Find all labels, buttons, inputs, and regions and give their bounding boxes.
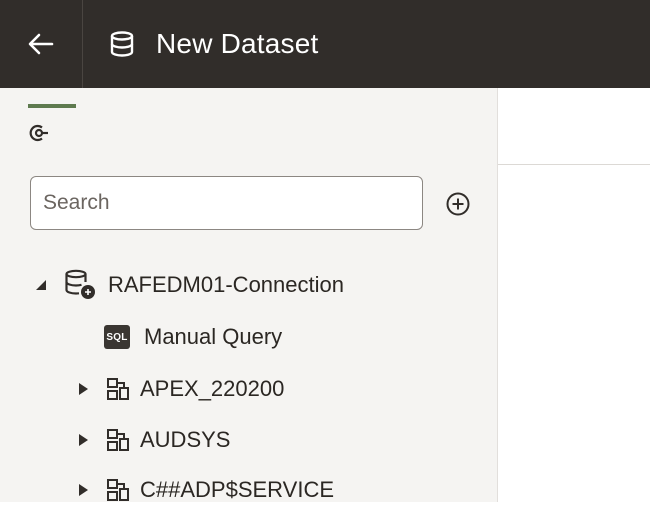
back-button[interactable]: [0, 0, 83, 88]
toolbar-divider: [498, 164, 650, 165]
database-icon: [110, 31, 134, 57]
active-tab-indicator: [28, 104, 76, 108]
sql-icon: SQL: [104, 325, 130, 349]
tree-item-label: Manual Query: [144, 324, 283, 349]
page-title: New Dataset: [156, 28, 319, 59]
database-connection-icon: [65, 269, 95, 299]
caret-right-icon[interactable]: [76, 433, 90, 447]
tree-item-schema[interactable]: C##ADP$SERVICE: [76, 470, 334, 510]
caret-right-icon[interactable]: [76, 483, 90, 497]
plus-circle-icon[interactable]: [445, 191, 471, 217]
tree-item-connection[interactable]: RAFEDM01-Connection: [34, 265, 344, 305]
tree-item-manual-query[interactable]: SQL Manual Query: [104, 317, 282, 357]
tree-item-label: RAFEDM01-Connection: [108, 272, 344, 297]
tree-item-label: AUDSYS: [140, 427, 231, 452]
tree-item-label: C##ADP$SERVICE: [140, 477, 335, 502]
tree-item-schema[interactable]: APEX_220200: [76, 369, 284, 409]
arrow-left-icon: [28, 33, 54, 55]
schema-icon: [107, 429, 129, 451]
caret-right-icon[interactable]: [76, 382, 90, 396]
caret-expanded-icon[interactable]: [34, 278, 48, 292]
schema-icon: [107, 378, 129, 400]
page-title-group: New Dataset: [110, 0, 319, 88]
data-source-panel: RAFEDM01-Connection SQL Manual Query APE…: [0, 88, 498, 502]
dataset-canvas: [498, 88, 650, 502]
schema-icon: [107, 479, 129, 501]
header-bar: New Dataset: [0, 0, 650, 88]
search-input[interactable]: [30, 176, 423, 230]
tree-item-schema[interactable]: AUDSYS: [76, 420, 230, 460]
tree-item-label: APEX_220200: [140, 376, 285, 401]
connection-icon[interactable]: [28, 122, 50, 144]
